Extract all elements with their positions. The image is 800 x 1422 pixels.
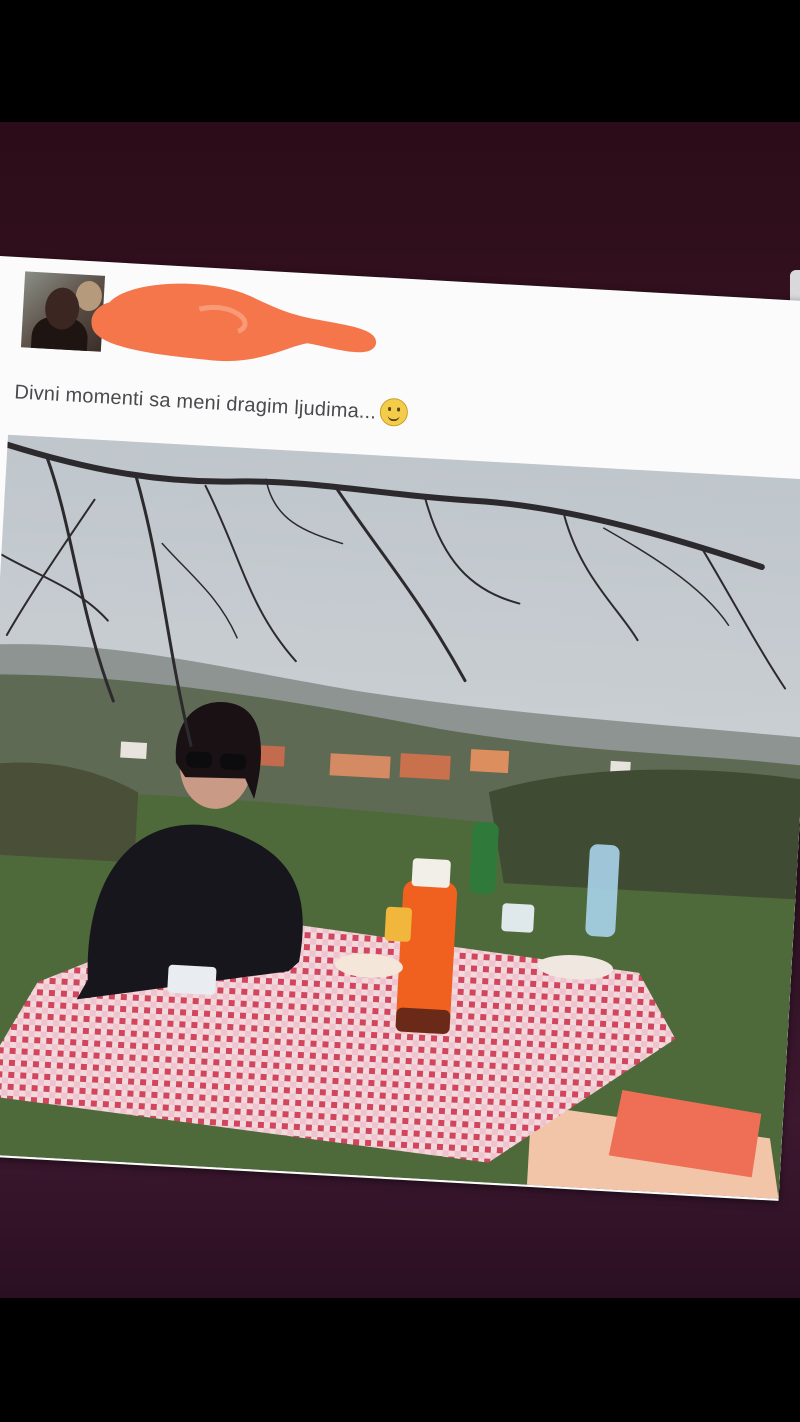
letterbox-top <box>0 0 800 122</box>
letterbox-bottom <box>0 1298 800 1422</box>
photographed-screen-background: Divni momenti sa meni dragim ljudima... <box>0 122 800 1298</box>
post-card: Divni momenti sa meni dragim ljudima... <box>0 256 800 1201</box>
redacted-username <box>91 283 376 361</box>
post-photo[interactable] <box>0 434 800 1199</box>
post-caption: Divni momenti sa meni dragim ljudima... <box>13 379 410 429</box>
post-caption-text: Divni momenti sa meni dragim ljudima... <box>13 381 377 424</box>
smiley-icon <box>379 397 410 428</box>
picnic-photo-illustration <box>0 434 800 1199</box>
